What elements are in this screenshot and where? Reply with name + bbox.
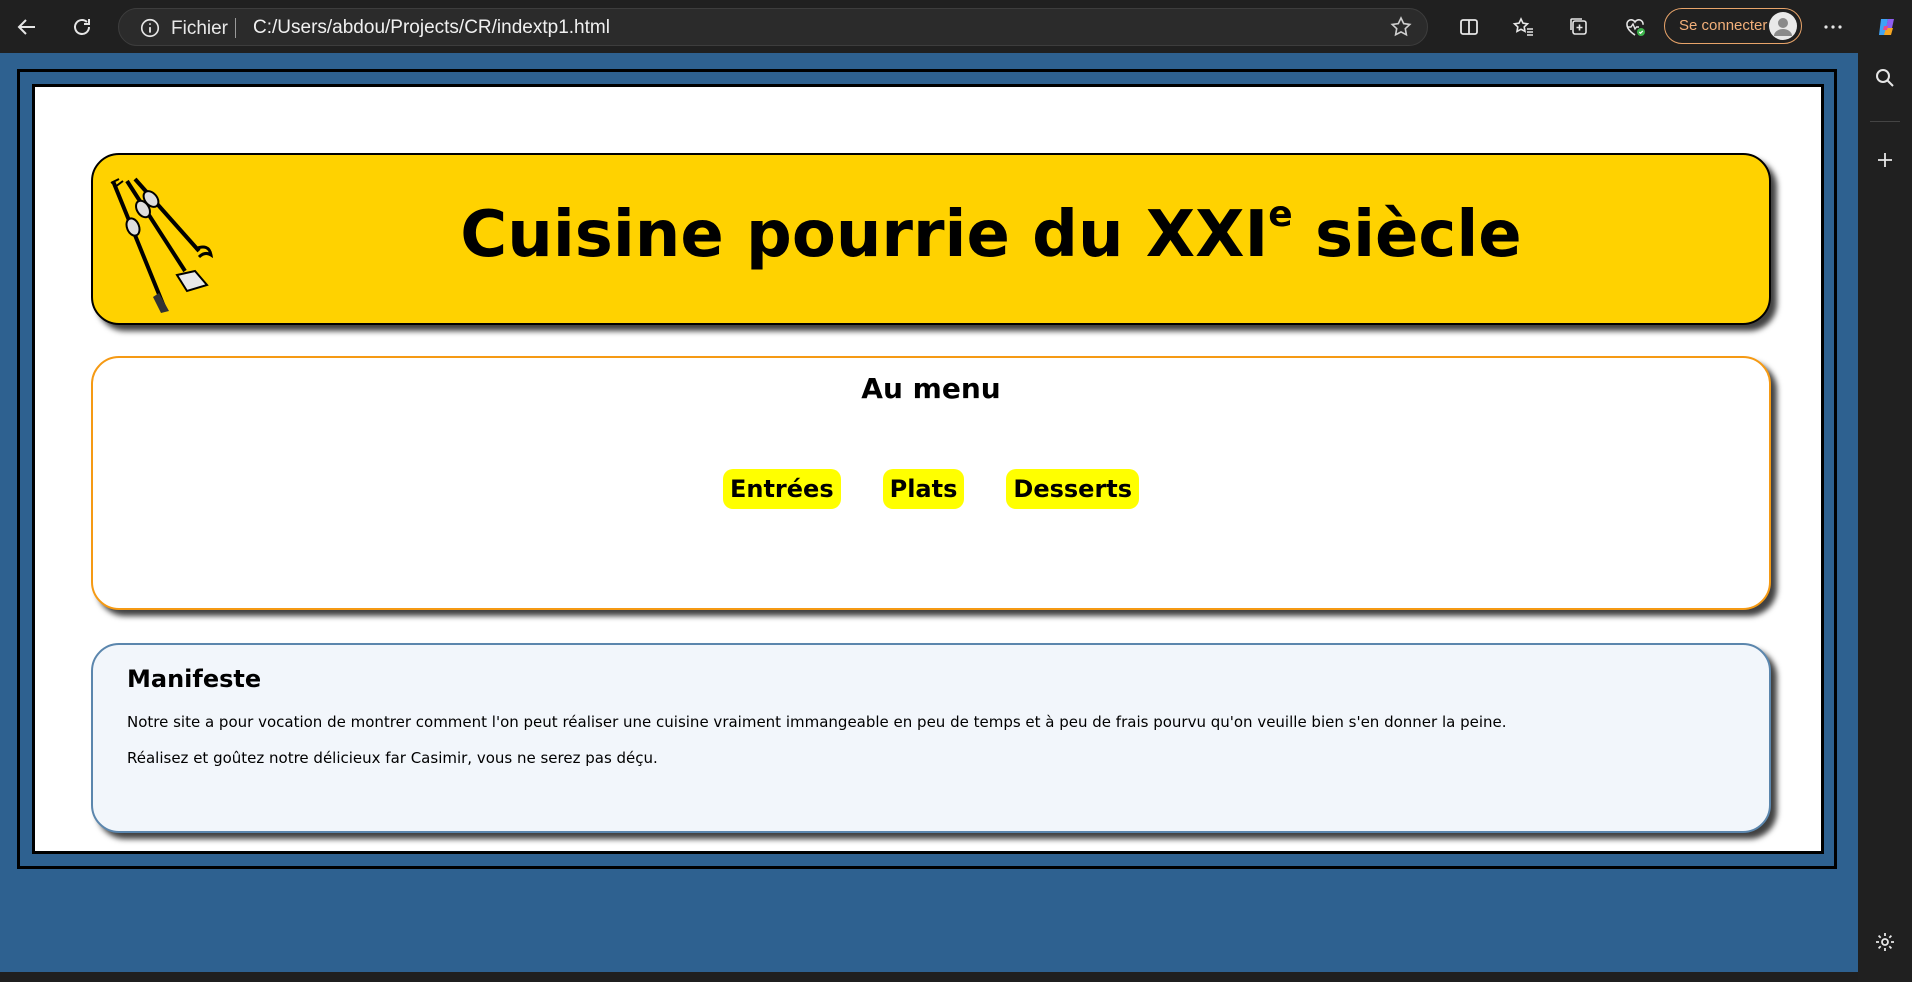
favorite-star-icon[interactable] [1389, 15, 1413, 39]
menu-section: Au menu Entrées Plats Desserts [91, 356, 1771, 610]
browser-sidebar [1858, 53, 1912, 982]
page-viewport: Cuisine pourrie du XXIe siècle Au menu E… [0, 53, 1858, 972]
menu-link-desserts[interactable]: Desserts [1006, 469, 1140, 509]
site-title-main: Cuisine pourrie du XXI [460, 198, 1269, 272]
back-button[interactable] [8, 8, 46, 46]
address-scheme-label: Fichier [171, 18, 229, 39]
site-title-superscript: e [1268, 194, 1293, 235]
manifeste-section: Manifeste Notre site a pour vocation de … [91, 643, 1771, 833]
plus-icon [1878, 153, 1892, 167]
back-arrow-icon [17, 19, 35, 35]
gear-icon [1876, 933, 1894, 951]
collections-icon [1570, 18, 1587, 35]
menu-link-plats[interactable]: Plats [882, 469, 965, 509]
split-screen-icon [1460, 19, 1478, 35]
split-screen-button[interactable] [1450, 8, 1488, 46]
menu-link-entrees[interactable]: Entrées [722, 469, 841, 509]
browser-essentials-button[interactable] [1616, 8, 1654, 46]
search-icon [1876, 69, 1894, 87]
avatar-icon [1769, 12, 1797, 40]
site-title-end: siècle [1292, 198, 1522, 272]
url-text[interactable]: C:/Users/abdou/Projects/CR/indextp1.html [253, 17, 610, 39]
copilot-button[interactable] [1868, 8, 1906, 46]
address-bar[interactable]: Fichier C:/Users/abdou/Projects/CR/index… [118, 8, 1428, 46]
copilot-icon [1879, 19, 1894, 35]
collections-button[interactable] [1560, 8, 1598, 46]
favorites-list-icon [1512, 17, 1533, 36]
page-inner-frame: Cuisine pourrie du XXIe siècle Au menu E… [32, 84, 1824, 854]
menu-title: Au menu [861, 372, 1001, 405]
site-title: Cuisine pourrie du XXIe siècle [93, 197, 1769, 268]
sidebar-settings-button[interactable] [1866, 923, 1904, 961]
favorites-button[interactable] [1505, 8, 1543, 46]
browser-toolbar: Fichier C:/Users/abdou/Projects/CR/index… [0, 0, 1912, 53]
refresh-icon [74, 19, 90, 35]
manifeste-paragraph-2: Réalisez et goûtez notre délicieux far C… [127, 749, 658, 767]
heart-pulse-icon [1626, 19, 1645, 36]
info-icon[interactable] [139, 17, 161, 39]
manifeste-paragraph-1: Notre site a pour vocation de montrer co… [127, 713, 1507, 731]
manifeste-title: Manifeste [127, 665, 262, 693]
signin-label: Se connecter [1679, 17, 1768, 34]
more-menu-button[interactable] [1814, 8, 1852, 46]
address-separator [235, 18, 236, 38]
more-dots-icon [1824, 25, 1842, 29]
sidebar-divider [1870, 121, 1900, 122]
menu-links: Entrées Plats Desserts [93, 469, 1769, 509]
sidebar-search-button[interactable] [1866, 59, 1904, 97]
site-header: Cuisine pourrie du XXIe siècle [91, 153, 1771, 325]
refresh-button[interactable] [63, 8, 101, 46]
sidebar-add-button[interactable] [1866, 141, 1904, 179]
signin-button[interactable]: Se connecter [1664, 8, 1802, 44]
